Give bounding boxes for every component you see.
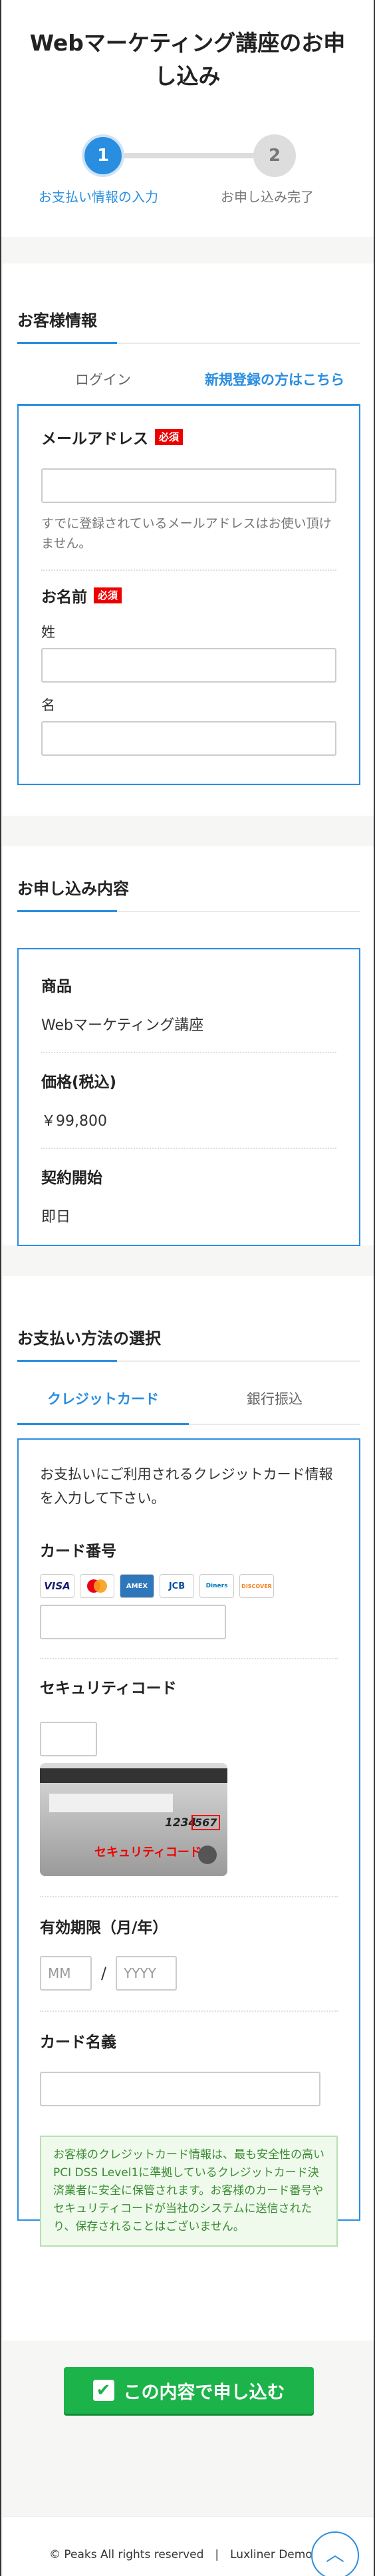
customer-section-title: お客様情報: [17, 307, 360, 344]
step-2-number: 2: [253, 134, 296, 177]
order-details: 商品 Webマーケティング講座 価格(税込) ￥99,800 契約開始 即日: [17, 948, 360, 1246]
expiry-separator: /: [101, 1964, 107, 1983]
last-name-label: 姓: [41, 624, 55, 640]
expiry-label: 有効期限（月/年）: [40, 1919, 168, 1937]
submit-button[interactable]: ✔ この内容で申し込む: [64, 2367, 314, 2414]
order-section: お申し込み内容 商品 Webマーケティング講座 価格(税込) ￥99,800 契…: [3, 846, 374, 1246]
required-badge: 必須: [94, 587, 122, 603]
checkbox-icon: ✔: [92, 2380, 114, 2401]
expiry-year-field[interactable]: YYYY: [116, 1956, 178, 1991]
payment-tabs: クレジットカード 銀行振込: [17, 1375, 360, 1425]
amex-icon: AMEX: [120, 1574, 154, 1598]
expiry-row: MM / YYYY: [40, 1956, 338, 1991]
magnetic-stripe: [40, 1768, 227, 1783]
step-1-number: 1: [82, 134, 124, 177]
security-code-field[interactable]: [40, 1722, 97, 1756]
visa-icon: VISA: [40, 1574, 74, 1598]
security-code-label: セキュリティコード: [40, 1680, 177, 1697]
email-note: すでに登録されているメールアドレスはお使い頂けません。: [41, 516, 332, 551]
page: Webマーケティング講座のお申し込み 1 お支払い情報の入力 2 お申し込み完了…: [0, 0, 375, 2576]
divider: [41, 1052, 336, 1053]
required-badge: 必須: [155, 429, 184, 445]
customer-tabs: ログイン 新規登録の方はこちら: [17, 356, 360, 406]
expiry-month-field[interactable]: MM: [40, 1956, 92, 1991]
divider: [41, 1148, 336, 1149]
customer-section: お客様情報 ログイン 新規登録の方はこちら メールアドレス 必須 すでに登録され…: [3, 263, 374, 816]
payment-section: お支払い方法の選択 クレジットカード 銀行振込 お支払いにご利用されるクレジット…: [3, 1276, 374, 2340]
product-value: Webマーケティング講座: [41, 1017, 204, 1034]
last-name-field[interactable]: [41, 648, 336, 683]
discover-icon: DISCOVER: [239, 1574, 274, 1598]
tab-login[interactable]: ログイン: [17, 356, 189, 404]
name-label-row: お名前 必須: [41, 584, 336, 607]
footer-text: © Peaks All rights reserved | Luxliner D…: [49, 2548, 338, 2561]
footer: © Peaks All rights reserved | Luxliner D…: [3, 2516, 374, 2576]
name-label: お名前: [41, 589, 87, 606]
tab-new-registration[interactable]: 新規登録の方はこちら: [189, 356, 360, 404]
step-1-label: お支払い情報の入力: [39, 189, 158, 205]
hologram-icon: [198, 1846, 217, 1864]
price-label: 価格(税込): [41, 1074, 117, 1091]
page-title: Webマーケティング講座のお申し込み: [29, 30, 346, 89]
first-name-field[interactable]: [41, 721, 336, 756]
submit-label: この内容で申し込む: [123, 2382, 285, 2403]
card-holder-label: カード名義: [40, 2034, 116, 2051]
email-label-row: メールアドレス 必須: [41, 426, 336, 448]
security-code-sample: 567: [191, 1815, 221, 1830]
tab-credit-card[interactable]: クレジットカード: [17, 1375, 189, 1425]
credit-card-form: お支払いにご利用されるクレジットカード情報を入力して下さい。 カード番号 VIS…: [17, 1438, 360, 2247]
jcb-icon: JCB: [160, 1574, 194, 1598]
price-value: ￥99,800: [41, 1113, 107, 1130]
email-label: メールアドレス: [41, 430, 148, 448]
order-section-title: お申し込み内容: [17, 876, 360, 912]
card-number-label: カード番号: [40, 1543, 116, 1560]
mastercard-icon: [80, 1574, 114, 1598]
start-value: 即日: [41, 1209, 71, 1225]
security-code-caption: セキュリティコード: [94, 1846, 201, 1859]
product-label: 商品: [41, 978, 72, 995]
page-header: Webマーケティング講座のお申し込み 1 お支払い情報の入力 2 お申し込み完了: [1, 0, 374, 237]
divider: [40, 1896, 338, 1897]
customer-form: メールアドレス 必須 すでに登録されているメールアドレスはお使い頂けません。 お…: [17, 406, 360, 785]
divider: [40, 1658, 338, 1659]
security-code-card-image: 1234 567 セキュリティコード: [40, 1763, 227, 1876]
payment-section-title: お支払い方法の選択: [17, 1325, 360, 1362]
step-2-label: お申し込み完了: [221, 189, 314, 205]
first-name-label: 名: [41, 697, 55, 713]
page-top-button[interactable]: ︿: [311, 2531, 359, 2576]
progress-line: [102, 153, 274, 158]
card-number-field[interactable]: [40, 1605, 226, 1639]
chevron-up-icon: ︿: [325, 2543, 344, 2565]
start-label: 契約開始: [41, 1170, 102, 1187]
card-holder-field[interactable]: [40, 2072, 320, 2106]
signature-strip: [49, 1794, 173, 1812]
card-brands: VISA AMEX JCB Diners DISCOVER: [40, 1574, 338, 1598]
security-note: お客様のクレジットカード情報は、最も安全性の高いPCI DSS Level1に準…: [40, 2136, 338, 2247]
email-field[interactable]: [41, 468, 336, 503]
payment-intro: お支払いにご利用されるクレジットカード情報を入力して下さい。: [40, 1466, 333, 1506]
progress-steps: 1 お支払い情報の入力 2 お申し込み完了: [1, 130, 374, 210]
divider: [41, 569, 336, 571]
divider: [40, 2011, 338, 2012]
diners-icon: Diners: [199, 1574, 234, 1598]
tab-bank-transfer[interactable]: 銀行振込: [189, 1375, 360, 1424]
